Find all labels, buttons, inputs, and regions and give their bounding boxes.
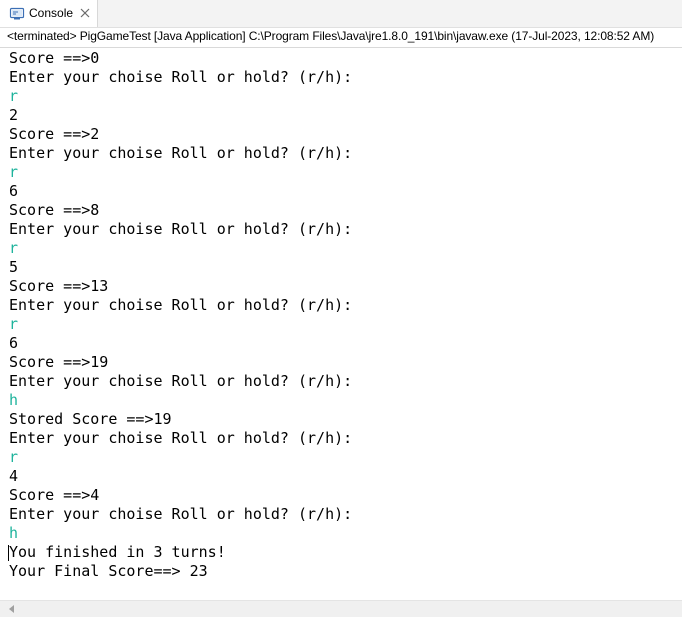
console-output-line: Enter your choise Roll or hold? (r/h): <box>9 505 353 523</box>
console-input-line: r <box>9 239 19 257</box>
console-output-line: Score ==>19 <box>9 353 109 371</box>
view-tab-bar: Console <box>0 0 682 28</box>
process-status-line: <terminated> PigGameTest [Java Applicati… <box>7 29 655 43</box>
tab-console[interactable]: Console <box>0 0 98 27</box>
console-output-line: Enter your choise Roll or hold? (r/h): <box>9 429 353 447</box>
console-output-line: Enter your choise Roll or hold? (r/h): <box>9 144 353 162</box>
console-output-line: Enter your choise Roll or hold? (r/h): <box>9 296 353 314</box>
console-output-line: Score ==>2 <box>9 125 100 143</box>
console-output-line: You finished in 3 turns! <box>9 543 226 561</box>
console-output-line: 4 <box>9 467 19 485</box>
console-input-line: h <box>9 391 19 409</box>
console-input-line: r <box>9 87 19 105</box>
console-input-line: r <box>9 163 19 181</box>
console-input-line: r <box>9 315 19 333</box>
console-output-line: Your Final Score==> 23 <box>9 562 208 580</box>
console-input-line: h <box>9 524 19 542</box>
console-input-line: r <box>9 448 19 466</box>
eclipse-console-view: Console <terminated> PigGameTest [Java A… <box>0 0 682 617</box>
console-output-line: Score ==>4 <box>9 486 100 504</box>
console-output-line: Enter your choise Roll or hold? (r/h): <box>9 372 353 390</box>
console-output-line: Score ==>8 <box>9 201 100 219</box>
close-icon[interactable] <box>78 6 92 20</box>
horizontal-scrollbar[interactable] <box>0 600 682 617</box>
scroll-left-arrow-icon[interactable] <box>9 605 14 613</box>
console-output[interactable]: Score ==>0 Enter your choise Roll or hold… <box>9 49 669 597</box>
console-output-line: Enter your choise Roll or hold? (r/h): <box>9 68 353 86</box>
console-icon <box>9 6 25 22</box>
console-output-line: 6 <box>9 182 19 200</box>
text-caret <box>8 545 9 561</box>
console-output-line: 2 <box>9 106 19 124</box>
console-output-line: 5 <box>9 258 19 276</box>
tab-console-label: Console <box>29 6 74 20</box>
console-output-line: Score ==>0 <box>9 49 100 67</box>
console-output-line: Enter your choise Roll or hold? (r/h): <box>9 220 353 238</box>
status-divider <box>0 47 682 48</box>
console-output-line: Stored Score ==>19 <box>9 410 172 428</box>
console-output-line: 6 <box>9 334 19 352</box>
console-output-line: Score ==>13 <box>9 277 109 295</box>
